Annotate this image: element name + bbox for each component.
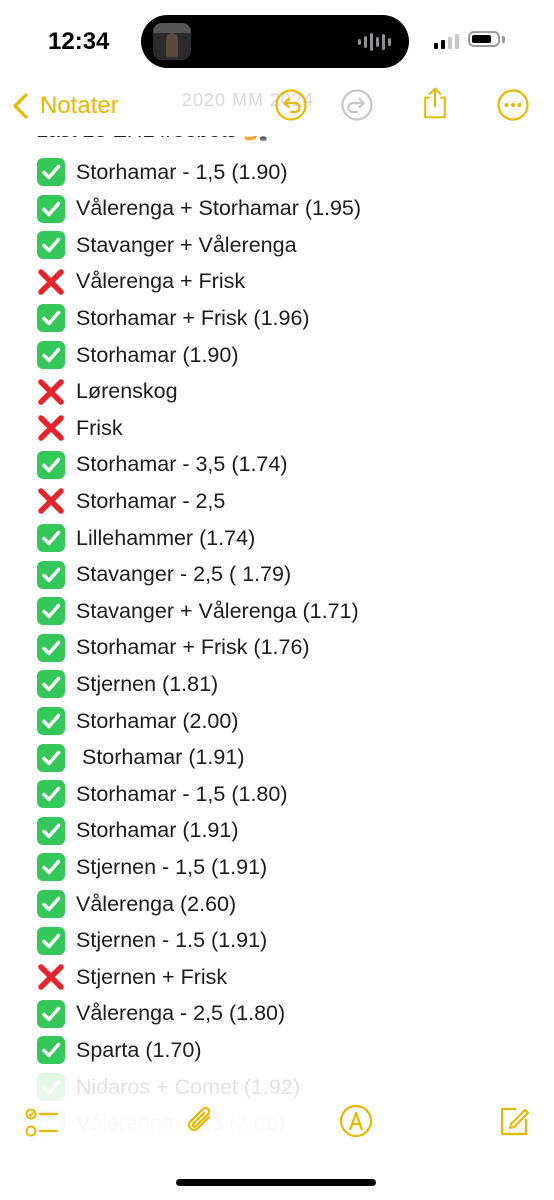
back-button[interactable]: Notater: [10, 92, 119, 120]
note-line-text: Frisk: [76, 415, 123, 440]
status-time: 12:34: [48, 28, 110, 55]
share-icon[interactable]: [418, 86, 452, 120]
note-line[interactable]: Stavanger + Vålerenga: [36, 227, 297, 263]
check-mark-button-icon: [37, 816, 65, 845]
note-line[interactable]: Lørenskog: [36, 374, 178, 410]
note-line[interactable]: Stavanger - 2,5 ( 1.79): [36, 557, 291, 593]
checklist-icon[interactable]: [24, 1105, 60, 1141]
chevron-left-icon: [13, 93, 28, 119]
check-mark-button-icon: [37, 560, 65, 589]
paperclip-icon[interactable]: [182, 1103, 218, 1139]
note-line[interactable]: Storhamar (1.90): [36, 337, 239, 373]
battery-icon: [468, 31, 500, 47]
cross-mark-icon: [38, 488, 64, 515]
note-line-text: Storhamar (1.90): [76, 342, 239, 367]
dynamic-island[interactable]: [141, 15, 409, 68]
note-line-text: Stjernen + Frisk: [76, 964, 228, 989]
note-line[interactable]: Storhamar - 1,5 (1.80): [36, 776, 288, 812]
check-mark-button-icon: [37, 1036, 65, 1065]
now-playing-artwork[interactable]: [153, 23, 191, 60]
note-line-text: Storhamar + Frisk (1.96): [76, 305, 310, 330]
note-line-text: Lillehammer (1.74): [76, 525, 256, 550]
home-indicator[interactable]: [176, 1179, 376, 1186]
note-line[interactable]: Storhamar - 1,5 (1.90): [36, 154, 288, 190]
note-line-text: Storhamar - 2,5: [76, 488, 226, 513]
undo-icon[interactable]: [274, 88, 308, 122]
note-line[interactable]: Lillehammer (1.74): [36, 520, 255, 556]
battery-level: [472, 35, 491, 43]
note-line[interactable]: Stjernen - 1,5 (1.91): [36, 849, 267, 885]
check-mark-button-icon: [37, 853, 65, 882]
audio-waveform-icon: [358, 33, 391, 51]
note-line[interactable]: Vålerenga (2.60): [36, 886, 236, 922]
note-line-text: Stjernen (1.81): [76, 671, 219, 696]
note-line-text: Stavanger - 2,5 ( 1.79): [76, 562, 292, 587]
note-line[interactable]: Vålerenga - 2,5 (1.80): [36, 996, 285, 1032]
note-line[interactable]: Storhamar (1.91): [36, 740, 244, 776]
check-mark-button-icon: [37, 158, 65, 186]
check-mark-button-icon: [37, 194, 65, 223]
compose-note-icon[interactable]: [496, 1103, 532, 1139]
check-mark-button-icon: [37, 780, 65, 809]
note-line[interactable]: Stavanger + Vålerenga (1.71): [36, 593, 359, 629]
note-line[interactable]: Sparta (1.70): [36, 1032, 201, 1068]
note-line[interactable]: Storhamar (1.91): [36, 813, 239, 849]
note-line-text: Storhamar - 1,5 (1.90): [76, 159, 288, 184]
cross-mark-icon: [38, 964, 64, 990]
check-mark-button-icon: [37, 743, 65, 772]
note-line-text: Stjernen - 1,5 (1.91): [76, 854, 268, 879]
note-line-text: Vålerenga + Frisk: [76, 269, 246, 294]
back-label: Notater: [40, 92, 119, 119]
note-line-text: Storhamar (1.91): [76, 745, 245, 770]
note-line-text: Storhamar - 1,5 (1.80): [76, 781, 288, 806]
note-line-text: Vålerenga - 2,5 (1.80): [76, 1001, 286, 1026]
cross-mark-icon: [38, 269, 64, 295]
note-line-text: Lørenskog: [76, 379, 178, 404]
note-line-text: Storhamar (2.00): [76, 708, 239, 733]
bottom-toolbar: [0, 1095, 554, 1155]
markup-pen-icon[interactable]: [338, 1103, 374, 1139]
check-mark-button-icon: [37, 304, 65, 333]
check-mark-button-icon: [37, 999, 65, 1028]
cross-mark-icon: [38, 415, 64, 441]
note-line[interactable]: Storhamar + Frisk (1.76): [36, 630, 310, 666]
check-mark-button-icon: [37, 707, 65, 735]
check-mark-button-icon: [37, 450, 65, 479]
check-mark-button-icon: [37, 341, 65, 369]
check-mark-button-icon: [37, 597, 65, 626]
check-mark-button-icon: [37, 524, 65, 552]
more-options-icon[interactable]: [496, 88, 530, 122]
note-line[interactable]: Storhamar + Frisk (1.96): [36, 300, 310, 336]
note-line[interactable]: Storhamar - 3,5 (1.74): [36, 447, 288, 483]
navigation-bar: 2020 MM 2024 Notater: [0, 80, 554, 135]
note-line[interactable]: Vålerenga + Frisk: [36, 264, 245, 300]
note-line-text: Stjernen - 1.5 (1.91): [76, 928, 268, 953]
redo-icon[interactable]: [340, 88, 374, 122]
check-mark-button-icon: [37, 926, 65, 955]
note-line-text: Storhamar - 3,5 (1.74): [76, 452, 288, 477]
note-line[interactable]: Storhamar (2.00): [36, 703, 239, 739]
cross-mark-icon: [38, 378, 64, 405]
note-line-text: Storhamar (1.91): [76, 818, 239, 843]
note-line-text: Vålerenga + Storhamar (1.95): [76, 196, 362, 221]
note-line[interactable]: Stjernen (1.81): [36, 666, 218, 702]
note-line[interactable]: Stjernen - 1.5 (1.91): [36, 923, 267, 959]
note-line[interactable]: Stjernen + Frisk: [36, 959, 227, 995]
note-line[interactable]: Frisk: [36, 410, 123, 446]
note-line-text: Storhamar + Frisk (1.76): [76, 635, 310, 660]
check-mark-button-icon: [37, 890, 65, 918]
note-line-text: Vålerenga (2.60): [76, 891, 237, 916]
note-line-text: Stavanger + Vålerenga: [76, 232, 297, 257]
check-mark-button-icon: [37, 670, 65, 699]
note-line[interactable]: Vålerenga + Storhamar (1.95): [36, 191, 361, 227]
check-mark-button-icon: [37, 231, 65, 260]
note-line-text: Sparta (1.70): [76, 1037, 202, 1062]
check-mark-button-icon: [37, 633, 65, 662]
status-bar: 12:34: [0, 0, 554, 80]
cellular-signal-icon: [434, 34, 459, 49]
note-line-text: Stavanger + Vålerenga (1.71): [76, 598, 359, 623]
note-line[interactable]: Storhamar - 2,5: [36, 483, 225, 519]
